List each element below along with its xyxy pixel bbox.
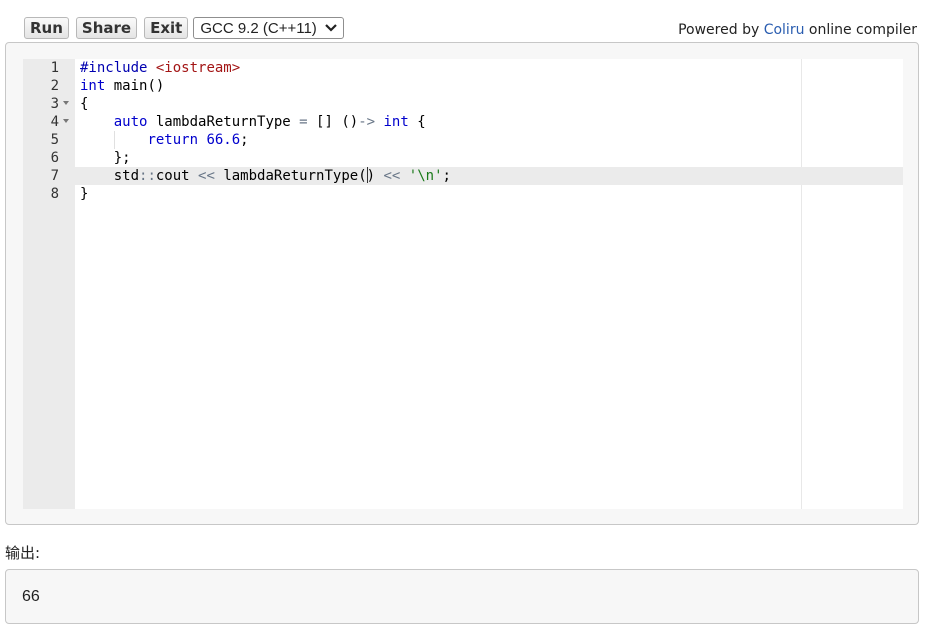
code-line: 1 #include <iostream> [23, 59, 903, 77]
code-line: 3 { [23, 95, 903, 113]
code-text: std::cout << lambdaReturnType() << '\n'; [80, 167, 451, 185]
token-char-literal: '\n' [408, 168, 443, 184]
editor-frame: 1 #include <iostream> 2 int main() 3 { 4… [5, 42, 919, 525]
line-number: 7 [50, 168, 59, 184]
token-semicolon: ; [442, 168, 451, 184]
run-button[interactable]: Run [24, 17, 69, 39]
line-number: 2 [50, 78, 59, 94]
fold-arrow-icon[interactable] [63, 101, 69, 105]
compiler-select-value: GCC 9.2 (C++11) [200, 19, 317, 37]
token-operator: = [299, 114, 308, 130]
line-number: 3 [50, 96, 59, 112]
code-line: 4 auto lambdaReturnType = [] ()-> int { [23, 113, 903, 131]
powered-by-suffix: online compiler [808, 22, 917, 38]
line-number: 4 [50, 114, 59, 130]
line-number: 1 [50, 60, 59, 76]
token-paren: ) [366, 168, 376, 184]
token-namespace: std [113, 168, 140, 184]
token-scope: :: [139, 168, 156, 184]
code-text: }; [80, 149, 131, 167]
token-function: main() [113, 78, 165, 94]
code-text: auto lambdaReturnType = [] ()-> int { [80, 113, 426, 131]
token-directive: #include [80, 60, 148, 76]
token-operator: << [383, 168, 401, 184]
token-keyword: return [147, 132, 199, 148]
line-number: 6 [50, 150, 59, 166]
token-function: lambdaReturnType [223, 168, 359, 184]
code-text: #include <iostream> [80, 59, 240, 77]
code-line: 6 }; [23, 149, 903, 167]
token-type: int [80, 78, 106, 94]
line-number: 5 [50, 132, 59, 148]
token-semicolon: ; [240, 132, 249, 148]
coliru-link[interactable]: Coliru [764, 22, 805, 38]
code-line: 2 int main() [23, 77, 903, 95]
toolbar: Run Share Exit GCC 9.2 (C++11) [24, 16, 344, 40]
active-code-line: 7 std::cout << lambdaReturnType() << '\n… [23, 167, 903, 185]
code-editor[interactable]: 1 #include <iostream> 2 int main() 3 { 4… [23, 59, 903, 509]
token-paren: ( [358, 168, 367, 184]
compiler-select[interactable]: GCC 9.2 (C++11) [193, 17, 344, 39]
chevron-down-icon [325, 24, 337, 32]
token-number: 66.6 [206, 132, 241, 148]
token-arrow: -> [358, 114, 376, 130]
output-value: 66 [22, 587, 40, 605]
code-line: 5 return 66.6; [23, 131, 903, 149]
token-type: int [383, 114, 409, 130]
code-line: 8 } [23, 185, 903, 203]
code-text: int main() [80, 77, 164, 95]
token-brace: { [417, 114, 426, 130]
token-identifier: cout [155, 168, 190, 184]
powered-by: Powered by Coliru online compiler [678, 22, 917, 38]
token-capture: [] [316, 114, 333, 130]
exit-button[interactable]: Exit [144, 17, 189, 39]
code-text: { [80, 96, 89, 112]
token-operator: << [198, 168, 215, 184]
output-box: 66 [5, 569, 919, 624]
line-number: 8 [50, 186, 59, 202]
output-label: 输出: [5, 544, 41, 562]
share-button[interactable]: Share [75, 17, 138, 39]
fold-arrow-icon[interactable] [63, 119, 69, 123]
code-text: } [80, 186, 89, 202]
token-params: () [341, 114, 359, 130]
token-header: <iostream> [155, 60, 241, 76]
token-close-brace: }; [113, 150, 131, 166]
token-keyword: auto [113, 114, 148, 130]
code-text: return 66.6; [80, 131, 249, 149]
token-identifier: lambdaReturnType [155, 114, 291, 130]
powered-by-prefix: Powered by [678, 22, 760, 38]
